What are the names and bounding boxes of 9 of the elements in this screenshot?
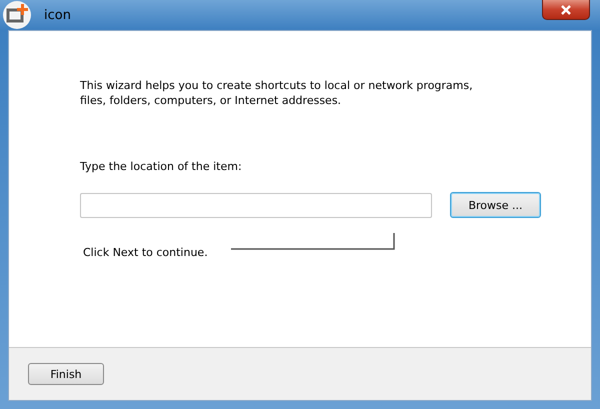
browse-button[interactable]: Browse ... xyxy=(450,192,541,218)
close-icon xyxy=(560,4,572,14)
location-label: Type the location of the item: xyxy=(80,160,243,173)
finish-button[interactable]: Finish xyxy=(28,363,104,385)
intro-text: This wizard helps you to create shortcuts to local or network programs, files, folders, computers, or Internet addresses. xyxy=(80,78,474,108)
close-button[interactable] xyxy=(542,0,590,20)
window-title: icon xyxy=(44,8,71,22)
hint-text: Click Next to continue. xyxy=(83,246,208,259)
location-field[interactable] xyxy=(80,192,432,218)
